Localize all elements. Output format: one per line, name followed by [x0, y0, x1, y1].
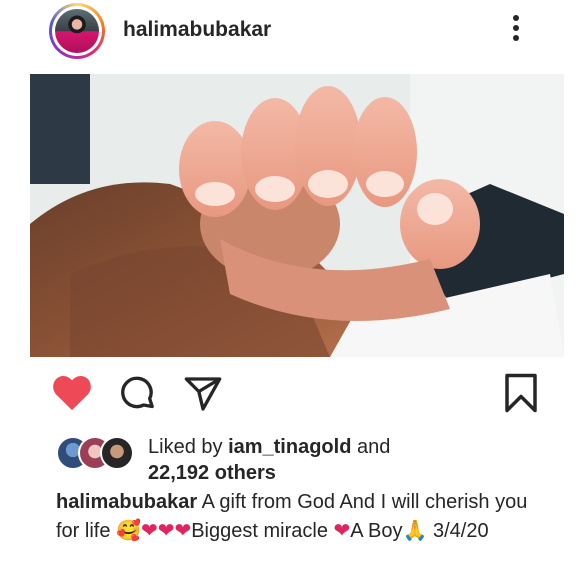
post-username[interactable]: halimabubakar: [123, 18, 271, 42]
liker-avatars[interactable]: [56, 436, 134, 470]
more-options-icon[interactable]: [506, 15, 526, 49]
liked-prefix: Liked by: [148, 436, 229, 458]
post-photo[interactable]: [30, 74, 564, 357]
post-caption: halimabubakar A gift from God And I will…: [56, 488, 556, 546]
caption-username[interactable]: halimabubakar: [56, 491, 197, 513]
folded-hands-icon: 🙏: [402, 520, 428, 542]
caption-text-2: Biggest miracle: [191, 520, 334, 542]
avatar-image: [55, 9, 99, 53]
comment-icon[interactable]: [118, 374, 158, 419]
caption-date: 3/4/20: [427, 520, 489, 542]
post-header: halimabubakar: [0, 0, 579, 66]
share-icon[interactable]: [183, 374, 223, 419]
caption-text-3: A Boy: [350, 520, 403, 542]
likes-section: Liked by iam_tinagold and 22,192 others: [0, 430, 579, 486]
liked-mid: and: [351, 436, 391, 458]
red-heart-icons: ❤❤❤: [140, 520, 192, 542]
avatar[interactable]: [49, 3, 105, 59]
red-heart-icon: ❤: [333, 520, 351, 542]
liked-user-link[interactable]: iam_tinagold: [228, 436, 351, 458]
baby-hand-photo: [30, 74, 564, 357]
post-actions: [0, 368, 579, 418]
liked-by-text: Liked by iam_tinagold and 22,192 others: [148, 434, 528, 486]
likes-count-link[interactable]: 22,192 others: [148, 462, 276, 484]
smiling-face-hearts-icon: 🥰: [116, 520, 141, 542]
bookmark-icon[interactable]: [502, 372, 540, 419]
heart-icon[interactable]: [50, 372, 94, 417]
liker-avatar: [100, 436, 134, 470]
